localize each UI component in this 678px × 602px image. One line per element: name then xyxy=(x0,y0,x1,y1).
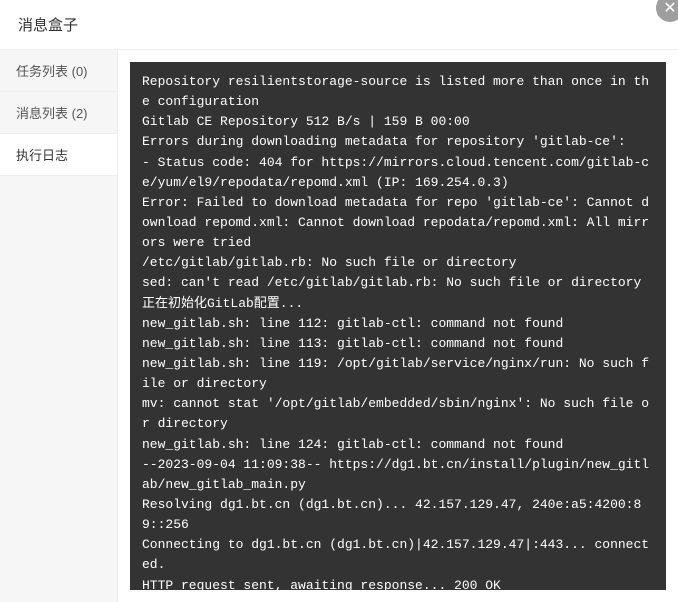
modal-title: 消息盒子 xyxy=(18,14,78,35)
message-box-modal: ✕ 消息盒子 任务列表 (0) 消息列表 (2) 执行日志 Repository… xyxy=(0,0,678,602)
tab-message-list[interactable]: 消息列表 (2) xyxy=(0,92,117,134)
tab-label: 消息列表 (2) xyxy=(16,103,88,122)
sidebar: 任务列表 (0) 消息列表 (2) 执行日志 xyxy=(0,50,118,602)
tab-label: 任务列表 (0) xyxy=(16,61,88,80)
tab-task-list[interactable]: 任务列表 (0) xyxy=(0,50,117,92)
modal-body: 任务列表 (0) 消息列表 (2) 执行日志 Repository resili… xyxy=(0,50,678,602)
tab-label: 执行日志 xyxy=(16,145,68,164)
tab-exec-log[interactable]: 执行日志 xyxy=(0,134,117,176)
log-scroll-area[interactable]: Repository resilientstorage-source is li… xyxy=(130,62,666,590)
modal-header: 消息盒子 xyxy=(0,0,678,50)
close-icon: ✕ xyxy=(663,0,676,18)
content-panel: Repository resilientstorage-source is li… xyxy=(118,50,678,602)
log-output: Repository resilientstorage-source is li… xyxy=(130,62,666,590)
